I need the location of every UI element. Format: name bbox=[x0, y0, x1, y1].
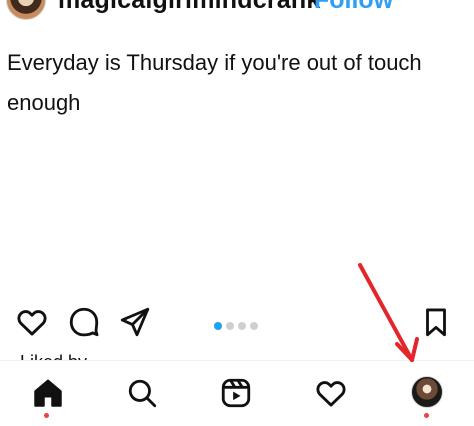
post-header: magicalgirlmindcrank Follow bbox=[0, 0, 474, 22]
carousel-dot bbox=[226, 322, 234, 330]
author-avatar[interactable] bbox=[6, 0, 46, 20]
caption-text: Liked by ... bbox=[20, 352, 107, 360]
carousel-indicator bbox=[214, 322, 258, 330]
like-heart-icon[interactable] bbox=[15, 305, 49, 339]
annotation-arrow bbox=[358, 263, 419, 362]
search-icon[interactable] bbox=[125, 376, 159, 410]
send-icon[interactable] bbox=[118, 305, 152, 339]
home-notification-dot bbox=[44, 413, 49, 418]
carousel-dot bbox=[214, 322, 222, 330]
profile-notification-dot bbox=[424, 413, 429, 418]
follow-button[interactable]: Follow bbox=[314, 0, 393, 15]
reels-icon[interactable] bbox=[219, 376, 253, 410]
comment-icon[interactable] bbox=[67, 305, 101, 339]
author-username[interactable]: magicalgirlmindcrank bbox=[58, 0, 320, 15]
carousel-dot bbox=[238, 322, 246, 330]
carousel-dot bbox=[250, 322, 258, 330]
home-icon[interactable] bbox=[31, 376, 65, 410]
post-text: Everyday is Thursday if you're out of to… bbox=[7, 50, 422, 115]
